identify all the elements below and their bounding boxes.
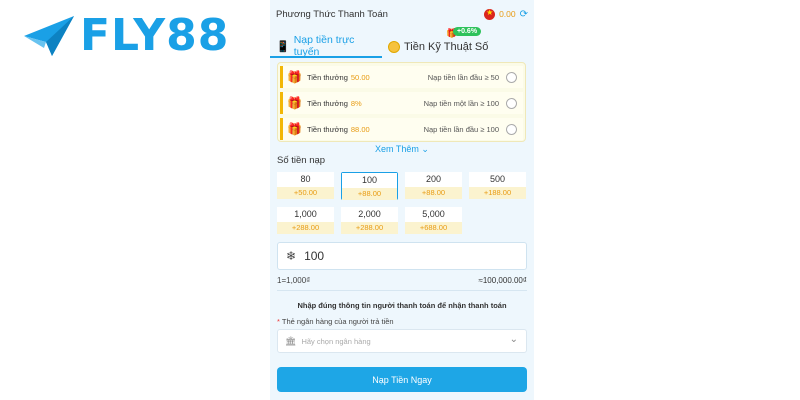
bonus-condition: Nạp tiền lần đầu ≥ 100: [423, 124, 499, 134]
amount-value: 500: [469, 172, 526, 187]
amount-bonus: +288.00: [277, 222, 334, 234]
bonus-label: Tiền thưởng: [306, 98, 348, 108]
amount-option[interactable]: 2,000 +288.00: [341, 207, 398, 235]
converted-total: ≈100,000.00₫: [478, 276, 527, 285]
bonus-radio[interactable]: [506, 97, 517, 109]
amount-option[interactable]: 200 +88.00: [405, 172, 462, 200]
amount-input[interactable]: ❄ 100: [277, 242, 527, 270]
bonus-condition: Nạp tiền lần đầu ≥ 50: [427, 72, 499, 82]
amount-section-title: Số tiền nạp: [277, 155, 326, 166]
bank-icon: 🏛: [285, 335, 297, 346]
amount-bonus: +188.00: [469, 187, 526, 199]
deposit-now-label: Nạp Tiền Ngay: [372, 374, 432, 385]
amount-option[interactable]: 80 +50.00: [277, 172, 334, 200]
bank-select-placeholder: Hãy chọn ngân hàng: [301, 336, 371, 346]
chevron-down-icon: ⌄: [509, 334, 518, 345]
bank-field-label-text: Thẻ ngân hàng của người trả tiền: [281, 317, 394, 326]
amount-value: 1,000: [277, 207, 334, 222]
payment-panel: Phương Thức Thanh Toán 0.00 ⟳ 📱 Nạp tiền…: [270, 0, 534, 400]
bonus-radio[interactable]: [506, 123, 517, 135]
refresh-icon[interactable]: ⟳: [520, 9, 528, 20]
divider: [277, 290, 527, 291]
bonus-amount: 50.00: [350, 72, 370, 82]
amount-value: 80: [277, 172, 334, 187]
amount-bonus: +288.00: [341, 222, 398, 234]
amount-option[interactable]: 500 +188.00: [469, 172, 526, 200]
amount-value: 100: [342, 173, 397, 188]
amount-bonus: +88.00: [405, 187, 462, 199]
amount-input-value: 100: [304, 249, 325, 263]
vietnam-flag-icon: [484, 8, 496, 20]
amount-bonus: +50.00: [277, 187, 334, 199]
amount-bonus: +88.00: [342, 188, 397, 200]
bonus-label: Tiền thưởng: [306, 124, 348, 134]
payment-tabs: 📱 Nạp tiền trực tuyến Tiền Kỹ Thuật Số: [270, 34, 534, 58]
promo-badge: +0.6%: [453, 27, 482, 36]
mobile-payment-icon: 📱: [276, 40, 290, 53]
tab-label: Tiền Kỹ Thuật Số: [404, 41, 489, 53]
show-more-label: Xem Thêm: [375, 144, 419, 154]
amount-option[interactable]: 1,000 +288.00: [277, 207, 334, 235]
deposit-now-button[interactable]: Nạp Tiền Ngay: [277, 367, 527, 392]
bonus-radio[interactable]: [506, 71, 517, 83]
balance-value: 0.00: [499, 9, 516, 19]
bank-select[interactable]: 🏛 Hãy chọn ngân hàng ⌄: [277, 329, 527, 353]
chevron-down-icon: ⌄: [421, 144, 429, 154]
gift-icon: 🎁: [287, 96, 302, 110]
currency-icon: ❄: [286, 249, 297, 263]
amount-option[interactable]: 5,000 +688.00: [405, 207, 462, 235]
amount-value: 200: [405, 172, 462, 187]
page-title: Phương Thức Thanh Toán: [276, 8, 388, 20]
paper-plane-icon: [24, 16, 74, 56]
bonus-label: Tiền thưởng: [306, 72, 348, 82]
required-marker: *: [277, 317, 280, 326]
tab-label: Nạp tiền trực tuyến: [293, 34, 355, 58]
bonus-condition: Nạp tiền một lần ≥ 100: [423, 98, 499, 108]
tab-crypto[interactable]: Tiền Kỹ Thuật Số: [382, 36, 488, 58]
exchange-rate: 1=1,000₫: [277, 276, 311, 285]
top-bar: Phương Thức Thanh Toán 0.00 ⟳: [270, 0, 534, 28]
show-more-link[interactable]: Xem Thêm ⌄: [270, 144, 534, 155]
bonus-amount: 88.00: [350, 124, 370, 134]
bonus-item[interactable]: 🎁 Tiền thưởng 88.00 Nạp tiền lần đầu ≥ 1…: [280, 118, 523, 140]
bank-field-label: * Thẻ ngân hàng của người trả tiền: [277, 317, 394, 326]
payer-notice: Nhập đúng thông tin người thanh toán để …: [297, 301, 507, 310]
gift-icon: 🎁: [287, 122, 302, 136]
gift-icon: 🎁: [287, 70, 302, 84]
amount-value: 5,000: [405, 207, 462, 222]
brand-logo: FLY88: [22, 14, 229, 58]
amount-bonus: +688.00: [405, 222, 462, 234]
coin-icon: [388, 41, 400, 53]
bonus-item[interactable]: 🎁 Tiền thưởng 50.00 Nạp tiền lần đầu ≥ 5…: [280, 66, 523, 88]
tab-online-deposit[interactable]: 📱 Nạp tiền trực tuyến: [270, 34, 382, 58]
brand-name: FLY88: [80, 10, 230, 61]
amount-option-selected[interactable]: 100 +88.00: [341, 172, 398, 200]
amount-value: 2,000: [341, 207, 398, 222]
bonus-item[interactable]: 🎁 Tiền thưởng 8% Nạp tiền một lần ≥ 100: [280, 92, 523, 114]
balance-display: 0.00 ⟳: [484, 8, 528, 20]
bonus-amount: 8%: [350, 98, 362, 108]
bonus-list: 🎁 Tiền thưởng 50.00 Nạp tiền lần đầu ≥ 5…: [277, 62, 526, 142]
